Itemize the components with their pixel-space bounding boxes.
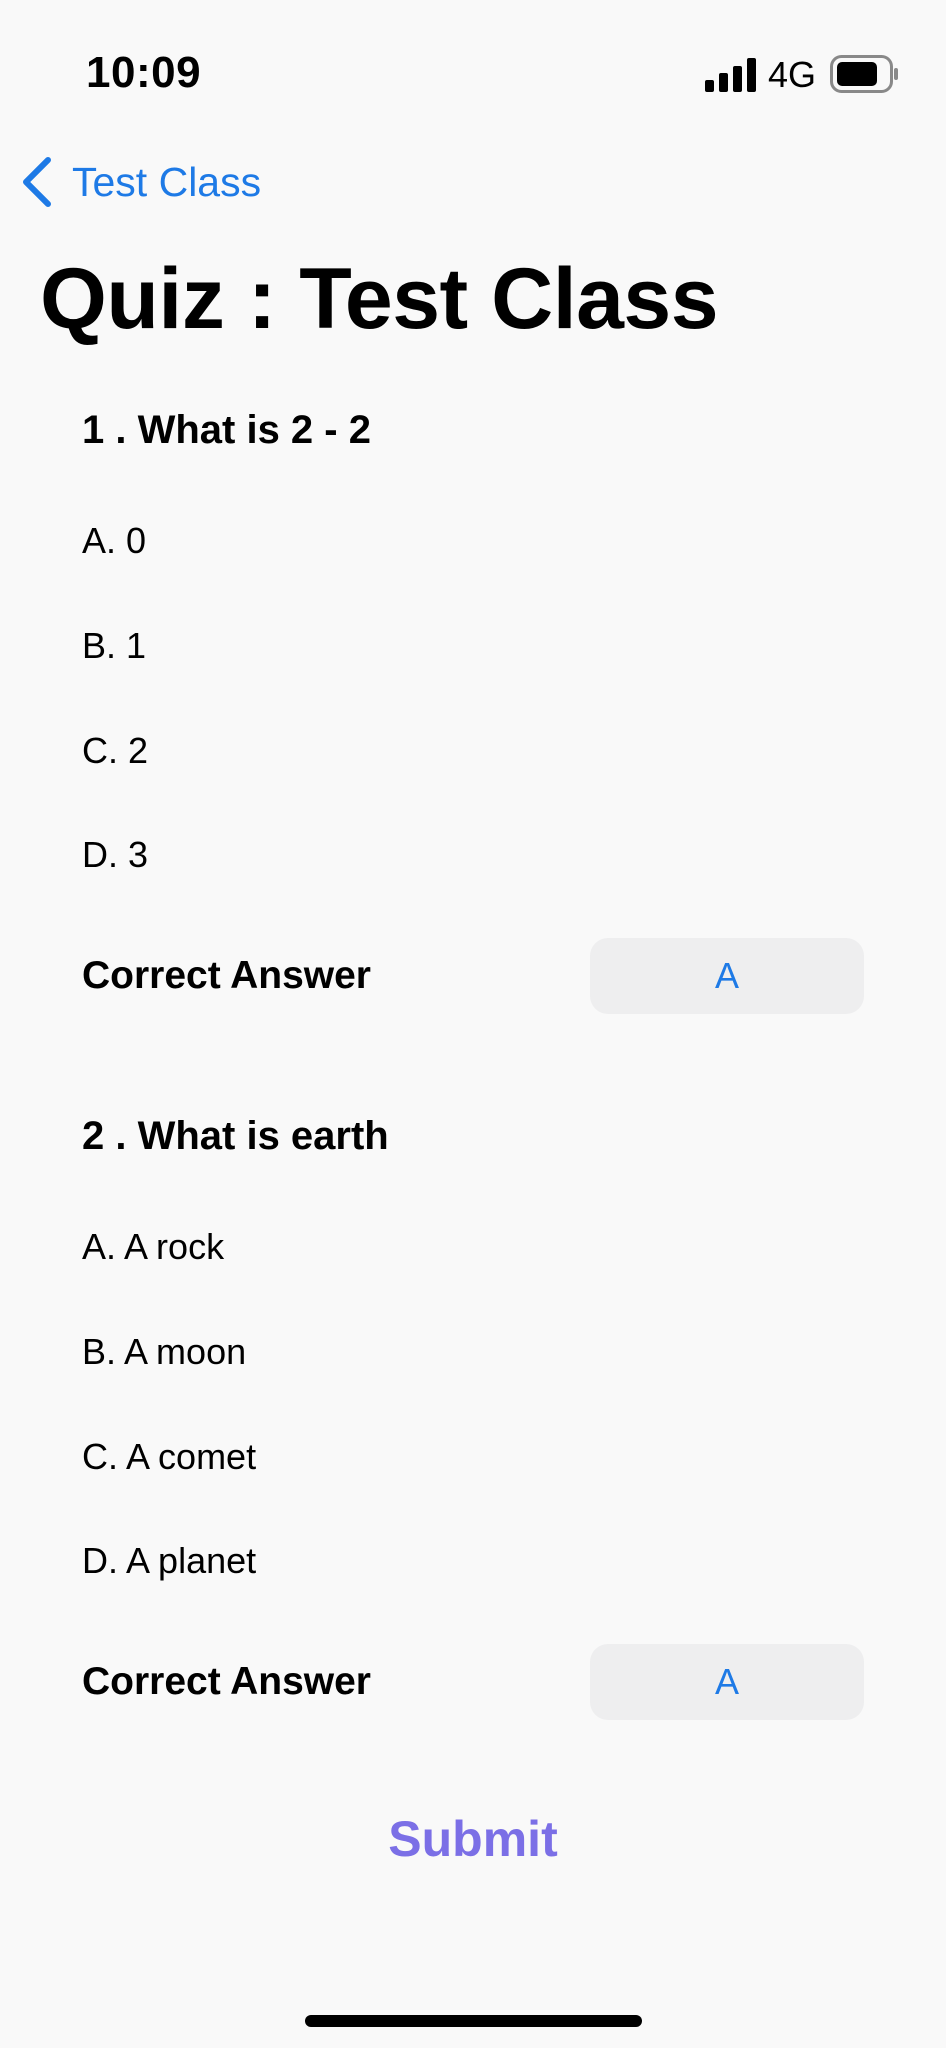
page-title: Quiz : Test Class [40,251,719,347]
question-text: 2 . What is earth [82,1114,389,1158]
signal-icon [705,58,756,92]
status-time: 10:09 [86,48,202,97]
option-d: D. A planet [82,1540,257,1581]
question-card: 2 . What is earth A. A rock B. A moon C.… [82,1114,864,1724]
correct-answer-label: Correct Answer [82,954,371,997]
option-a: A. A rock [82,1226,225,1267]
correct-answer-field[interactable]: A [590,1644,864,1720]
battery-icon [830,55,898,93]
back-label: Test Class [72,158,262,205]
correct-answer-label: Correct Answer [82,1660,371,1703]
chevron-left-icon [23,157,51,207]
question-text: 1 . What is 2 - 2 [82,408,371,452]
network-label: 4G [768,54,817,95]
option-a: A. 0 [82,520,147,561]
option-c: C. 2 [82,730,149,771]
status-bar: 10:09 4G [0,0,946,150]
option-b: B. A moon [82,1331,247,1372]
correct-answer-field[interactable]: A [590,938,864,1014]
option-d: D. 3 [82,834,149,875]
option-c: C. A comet [82,1436,257,1477]
submit-button[interactable]: Submit [0,1810,946,1868]
home-indicator [305,2015,642,2027]
option-b: B. 1 [82,625,147,666]
back-button[interactable]: Test Class [20,152,261,212]
question-card: 1 . What is 2 - 2 A. 0 B. 1 C. 2 D. 3 Co… [82,408,864,1018]
